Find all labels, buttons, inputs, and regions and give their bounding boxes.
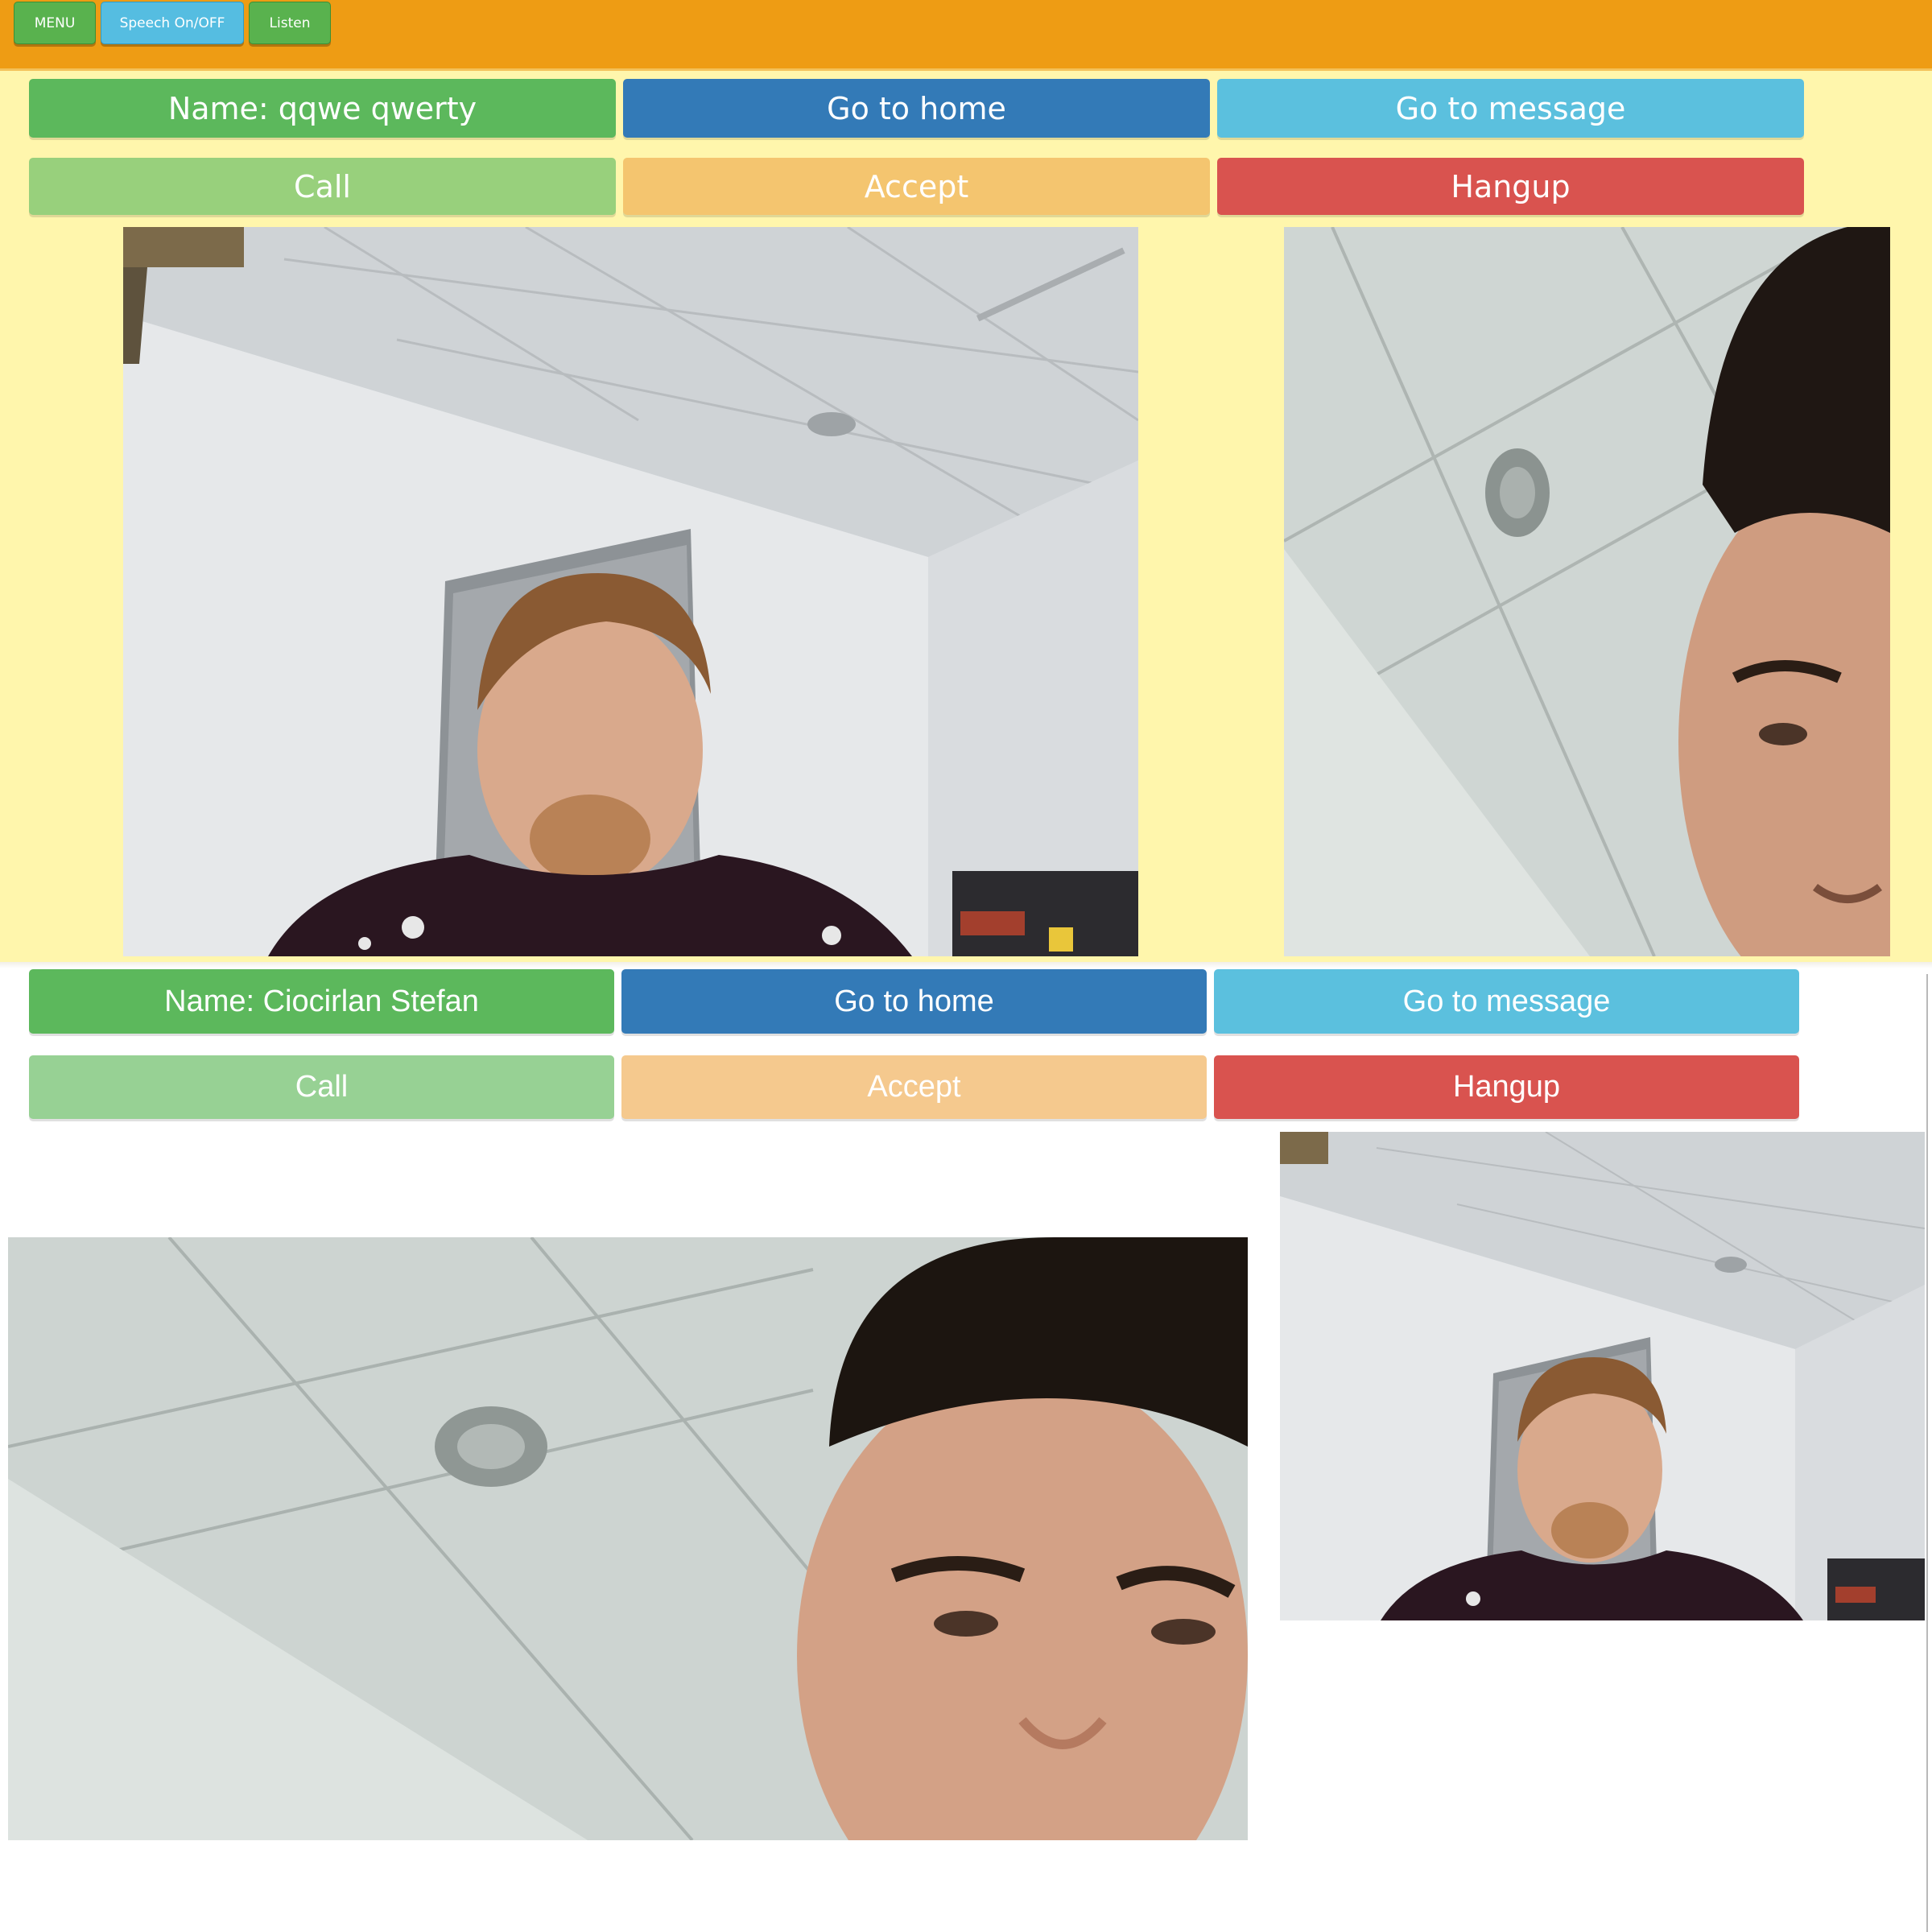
name-badge-bottom: Name: Ciocirlan Stefan <box>29 969 614 1034</box>
video-frame-room <box>123 227 1138 956</box>
call-button-bottom[interactable]: Call <box>29 1055 614 1119</box>
local-video <box>123 227 1138 956</box>
scrollbar-edge <box>1926 974 1928 1932</box>
remote-video-bottom <box>8 1237 1248 1840</box>
accept-button-bottom[interactable]: Accept <box>621 1055 1207 1119</box>
hangup-button[interactable]: Hangup <box>1217 158 1804 215</box>
video-call-app: MENU Speech On/OFF Listen Name: qqwe qwe… <box>0 0 1932 1932</box>
go-home-button-bottom[interactable]: Go to home <box>621 969 1207 1034</box>
go-message-button[interactable]: Go to message <box>1217 79 1804 138</box>
speech-toggle-button[interactable]: Speech On/OFF <box>101 2 244 44</box>
accept-button[interactable]: Accept <box>623 158 1210 215</box>
local-video-bottom <box>1280 1132 1925 1620</box>
video-frame-person <box>1284 227 1890 956</box>
listen-button[interactable]: Listen <box>249 2 331 44</box>
video-frame-room-small <box>1280 1132 1925 1620</box>
hangup-button-bottom[interactable]: Hangup <box>1214 1055 1799 1119</box>
panel-divider <box>0 962 1932 968</box>
top-toolbar: MENU Speech On/OFF Listen <box>0 0 1932 71</box>
remote-video <box>1284 227 1890 956</box>
call-button[interactable]: Call <box>29 158 616 215</box>
go-home-button[interactable]: Go to home <box>623 79 1210 138</box>
video-frame-person-large <box>8 1237 1248 1840</box>
name-badge: Name: qqwe qwerty <box>29 79 616 138</box>
menu-button[interactable]: MENU <box>14 2 96 44</box>
go-message-button-bottom[interactable]: Go to message <box>1214 969 1799 1034</box>
